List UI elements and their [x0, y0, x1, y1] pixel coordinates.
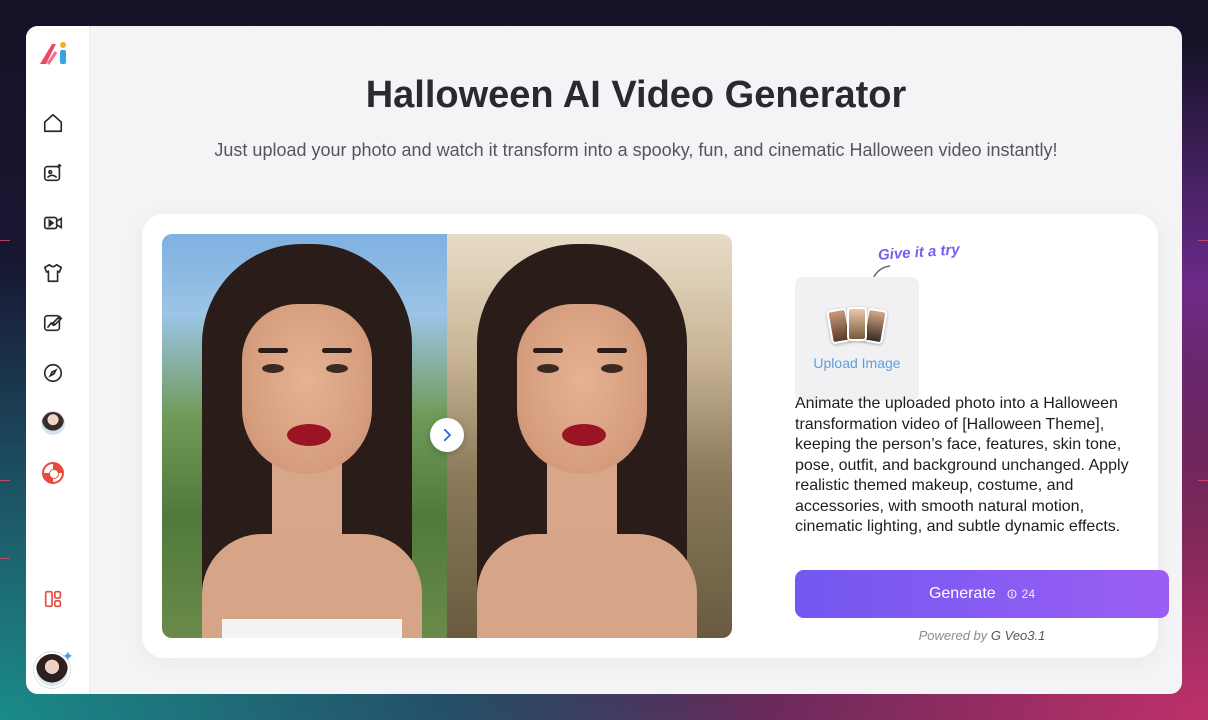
chevron-right-icon	[443, 428, 452, 442]
powered-by: Powered by G Veo3.1	[795, 628, 1169, 643]
avatar-app-icon[interactable]	[40, 410, 66, 436]
app-logo[interactable]	[38, 40, 72, 66]
image-ai-icon[interactable]	[40, 160, 66, 186]
home-icon[interactable]	[40, 110, 66, 136]
layout-icon[interactable]	[40, 586, 66, 612]
shirt-icon[interactable]	[40, 260, 66, 286]
upload-image-button[interactable]: Upload Image	[795, 277, 919, 401]
generator-card: Give it a try Upload Image Animate the u…	[142, 214, 1169, 658]
credit-cost: 24	[1006, 587, 1035, 601]
generate-button[interactable]: Generate 24	[795, 570, 1169, 618]
prompt-text: Animate the uploaded photo into a Hallow…	[795, 395, 1129, 535]
google-icon: G	[990, 628, 1005, 643]
sample-photos-icon	[826, 307, 889, 345]
photo-edit-icon[interactable]	[40, 310, 66, 336]
compass-icon[interactable]	[40, 360, 66, 386]
credit-count: 24	[1021, 587, 1036, 601]
lifebuoy-icon[interactable]	[40, 460, 66, 486]
powered-prefix: Powered by	[918, 628, 988, 643]
app-window: ✦ Halloween AI Video Generator Just uplo…	[26, 26, 1182, 694]
before-after-preview	[162, 234, 732, 638]
model-name: Veo3.1	[1004, 628, 1046, 643]
try-hint: Give it a try	[877, 241, 961, 264]
sidebar: ✦	[26, 26, 90, 694]
avatar-thumbnail	[41, 411, 65, 435]
upload-image-label: Upload Image	[813, 355, 901, 371]
sparkle-icon: ✦	[62, 648, 74, 664]
page-subtitle: Just upload your photo and watch it tran…	[214, 140, 1058, 160]
after-image	[447, 234, 732, 638]
compare-next-button[interactable]	[430, 418, 464, 452]
generate-label: Generate	[928, 585, 996, 602]
page-title: Halloween AI Video Generator	[365, 74, 907, 116]
credit-icon	[1007, 589, 1017, 599]
before-image	[162, 234, 447, 638]
video-icon[interactable]	[40, 210, 66, 236]
